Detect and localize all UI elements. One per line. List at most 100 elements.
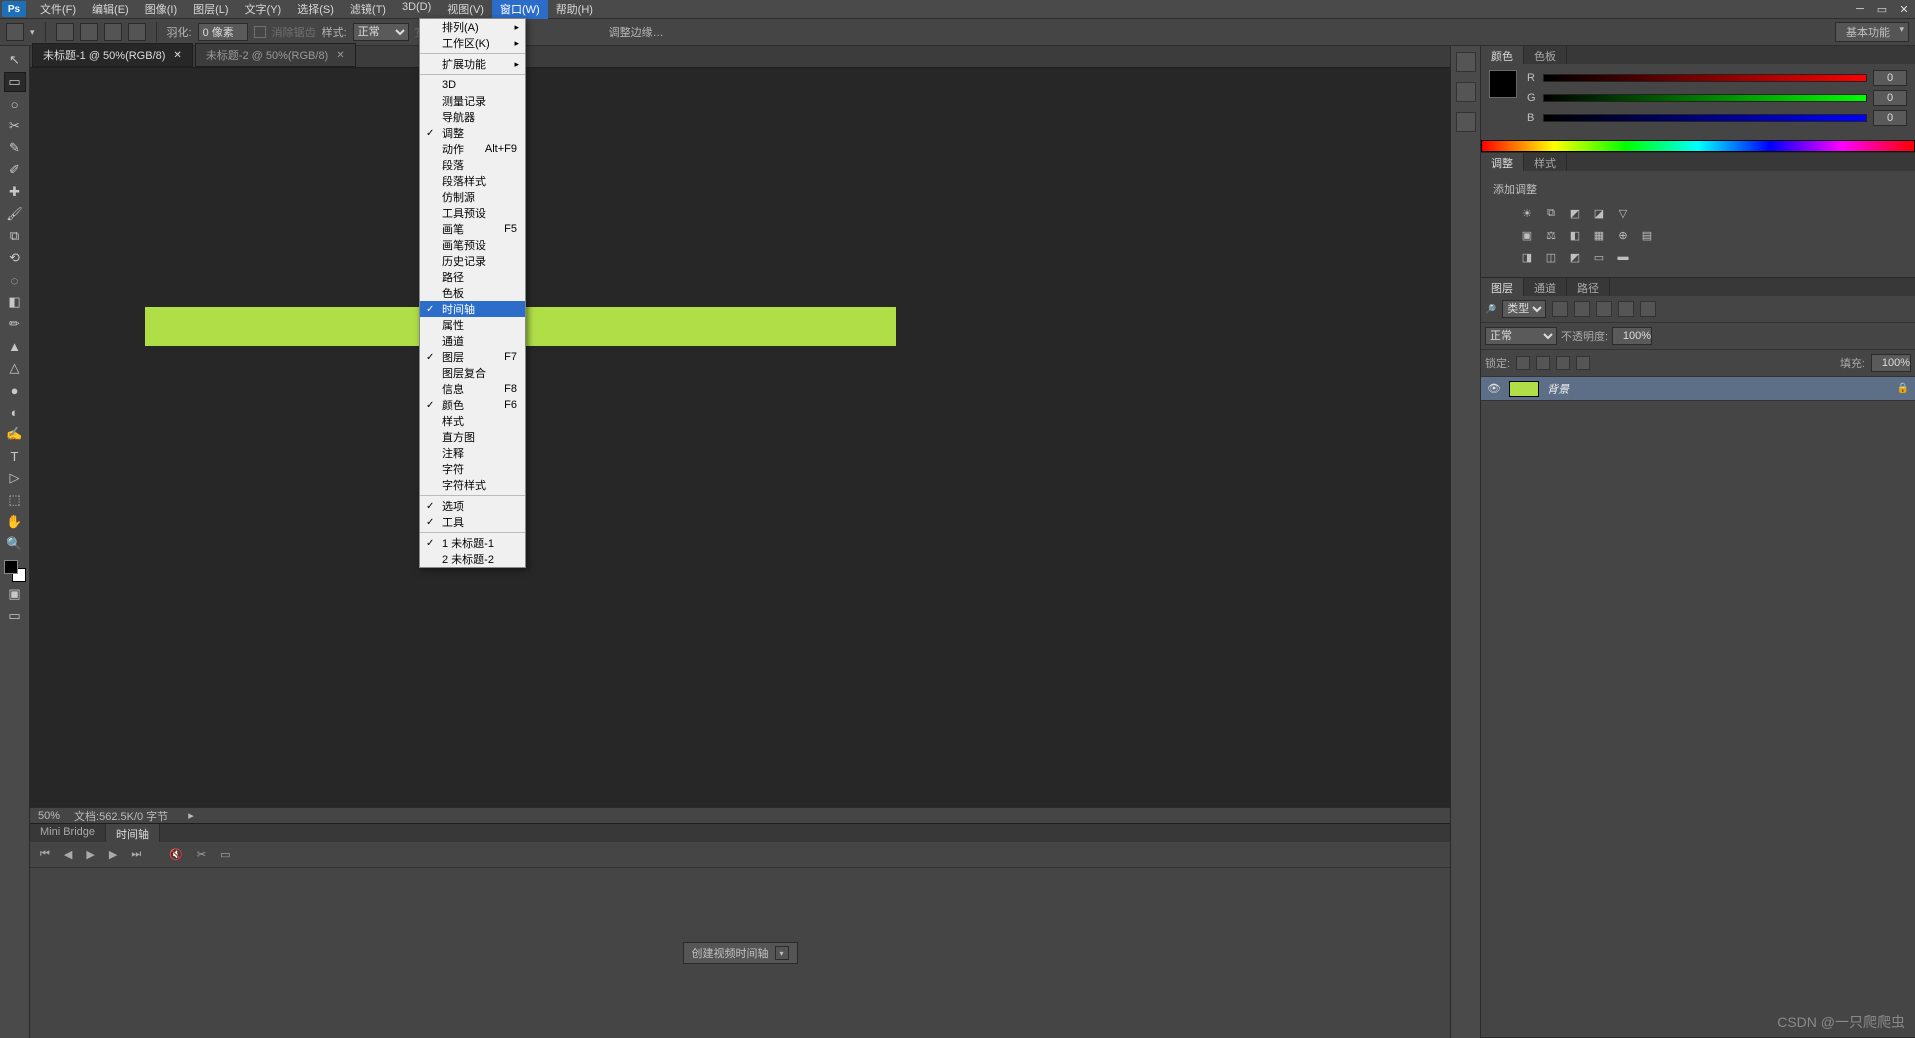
invert-icon[interactable]: ◨ — [1519, 249, 1535, 265]
antialias-checkbox[interactable] — [254, 26, 266, 38]
menuitem-[interactable]: 动作Alt+F9 — [420, 141, 525, 157]
selective-color-icon[interactable]: ▬ — [1615, 249, 1631, 265]
layer-name[interactable]: 背景 — [1547, 381, 1889, 397]
lock-position-icon[interactable] — [1556, 356, 1570, 370]
filter-shape-icon[interactable] — [1618, 301, 1634, 317]
filter-kind-select[interactable]: 类型 — [1502, 300, 1546, 318]
menu-帮助[interactable]: 帮助(H) — [548, 0, 601, 19]
threshold-icon[interactable]: ◩ — [1567, 249, 1583, 265]
lock-transparent-icon[interactable] — [1516, 356, 1530, 370]
tool-7[interactable]: 🖌 — [4, 204, 26, 224]
menuitem-[interactable]: 字符样式 — [420, 477, 525, 493]
tool-17[interactable]: ✍ — [4, 424, 26, 444]
workspace-switcher[interactable]: 基本功能 — [1835, 22, 1909, 42]
tool-21[interactable]: ✋ — [4, 512, 26, 532]
vibrance-icon[interactable]: ▽ — [1615, 205, 1631, 221]
status-flyout-icon[interactable]: ▸ — [188, 809, 194, 822]
menuitem-[interactable]: 画笔F5 — [420, 221, 525, 237]
menuitem-[interactable]: 导航器 — [420, 109, 525, 125]
history-panel-icon[interactable] — [1456, 52, 1476, 72]
menu-图层[interactable]: 图层(L) — [185, 0, 236, 19]
menuitem-K[interactable]: 工作区(K) — [420, 35, 525, 51]
tab-adjustments[interactable]: 调整 — [1481, 153, 1524, 171]
maximize-icon[interactable]: ▭ — [1871, 0, 1893, 18]
menu-滤镜[interactable]: 滤镜(T) — [342, 0, 394, 19]
document-tab[interactable]: 未标题-2 @ 50%(RGB/8)✕ — [195, 43, 356, 67]
menuitem-[interactable]: 通道 — [420, 333, 525, 349]
tool-3[interactable]: ✂ — [4, 116, 26, 136]
close-icon[interactable]: ✕ — [1893, 0, 1915, 18]
menuitem-[interactable]: 图层F7 — [420, 349, 525, 365]
tool-2[interactable]: ○ — [4, 94, 26, 114]
menu-文件[interactable]: 文件(F) — [32, 0, 84, 19]
menuitem-[interactable]: 调整 — [420, 125, 525, 141]
balance-icon[interactable]: ⚖ — [1543, 227, 1559, 243]
menuitem-[interactable]: 路径 — [420, 269, 525, 285]
curves-icon[interactable]: ◩ — [1567, 205, 1583, 221]
tool-0[interactable]: ↖ — [4, 50, 26, 70]
g-slider[interactable] — [1543, 94, 1867, 102]
menuitem-[interactable]: 段落 — [420, 157, 525, 173]
exposure-icon[interactable]: ◪ — [1591, 205, 1607, 221]
menuitem-[interactable]: 仿制源 — [420, 189, 525, 205]
posterize-icon[interactable]: ◫ — [1543, 249, 1559, 265]
layer-row[interactable]: 👁 背景 🔒 — [1481, 377, 1915, 401]
menuitem-[interactable]: 注释 — [420, 445, 525, 461]
chevron-down-icon[interactable]: ▾ — [30, 27, 35, 38]
gradient-map-icon[interactable]: ▭ — [1591, 249, 1607, 265]
menu-图像[interactable]: 图像(I) — [137, 0, 185, 19]
menuitem-[interactable]: 测量记录 — [420, 93, 525, 109]
fg-bg-swatch[interactable] — [4, 560, 26, 582]
tool-20[interactable]: ⬚ — [4, 490, 26, 510]
brightness-icon[interactable]: ☀ — [1519, 205, 1535, 221]
menuitem-[interactable]: 段落样式 — [420, 173, 525, 189]
photo-filter-icon[interactable]: ▦ — [1591, 227, 1607, 243]
chevron-down-icon[interactable]: ▾ — [775, 946, 789, 960]
tab-styles[interactable]: 样式 — [1524, 153, 1567, 171]
menuitem-A[interactable]: 排列(A) — [420, 19, 525, 35]
filter-smart-icon[interactable] — [1640, 301, 1656, 317]
tool-1[interactable]: ▭ — [4, 72, 26, 92]
play-icon[interactable]: ▶ — [86, 848, 94, 861]
quickmask-icon[interactable]: ▣ — [4, 584, 26, 604]
canvas-viewport[interactable] — [30, 68, 1450, 807]
selection-intersect-icon[interactable] — [128, 23, 146, 41]
lookup-icon[interactable]: ▤ — [1639, 227, 1655, 243]
tool-15[interactable]: ● — [4, 380, 26, 400]
tool-5[interactable]: ✐ — [4, 160, 26, 180]
hue-icon[interactable]: ▣ — [1519, 227, 1535, 243]
menuitem-[interactable]: 样式 — [420, 413, 525, 429]
menuitem-[interactable]: 字符 — [420, 461, 525, 477]
document-tab[interactable]: 未标题-1 @ 50%(RGB/8)✕ — [32, 43, 193, 67]
close-tab-icon[interactable]: ✕ — [173, 50, 181, 61]
screenmode-icon[interactable]: ▭ — [4, 606, 26, 626]
menuitem-[interactable]: 画笔预设 — [420, 237, 525, 253]
lock-image-icon[interactable] — [1536, 356, 1550, 370]
selection-new-icon[interactable] — [56, 23, 74, 41]
menuitem-[interactable]: 直方图 — [420, 429, 525, 445]
style-select[interactable]: 正常 — [353, 23, 409, 41]
menuitem-3D[interactable]: 3D — [420, 77, 525, 93]
menuitem-[interactable]: 工具 — [420, 514, 525, 530]
menuitem-[interactable]: 信息F8 — [420, 381, 525, 397]
b-input[interactable] — [1873, 110, 1907, 126]
fill-input[interactable] — [1871, 354, 1911, 372]
menuitem-[interactable]: 时间轴 — [420, 301, 525, 317]
zoom-level[interactable]: 50% — [38, 810, 60, 822]
menuitem-22[interactable]: 2 未标题-2 — [420, 551, 525, 567]
refine-edge-button[interactable]: 调整边缘… — [609, 24, 664, 40]
properties-panel-icon[interactable] — [1456, 82, 1476, 102]
tool-9[interactable]: ⟲ — [4, 248, 26, 268]
lock-all-icon[interactable] — [1576, 356, 1590, 370]
tool-12[interactable]: ✏ — [4, 314, 26, 334]
go-first-icon[interactable]: ⏮ — [40, 848, 50, 861]
menuitem-[interactable]: 图层复合 — [420, 365, 525, 381]
tool-16[interactable]: ◐ — [4, 402, 26, 422]
tool-13[interactable]: ▲ — [4, 336, 26, 356]
selection-add-icon[interactable] — [80, 23, 98, 41]
tool-18[interactable]: T — [4, 446, 26, 466]
tool-14[interactable]: △ — [4, 358, 26, 378]
menuitem-11[interactable]: 1 未标题-1 — [420, 535, 525, 551]
close-tab-icon[interactable]: ✕ — [336, 50, 344, 61]
blend-mode-select[interactable]: 正常 — [1485, 327, 1557, 345]
